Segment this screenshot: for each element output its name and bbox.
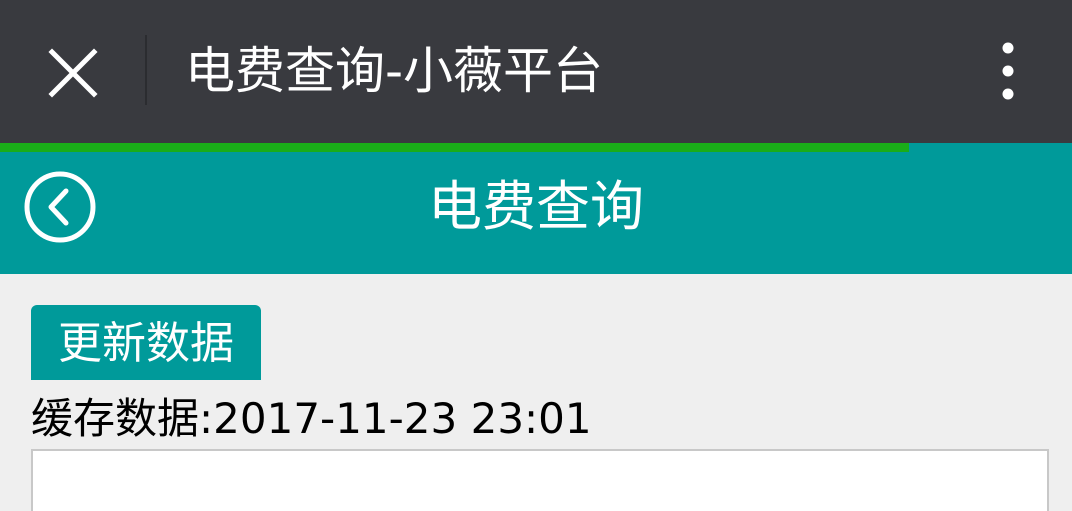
result-panel — [31, 449, 1049, 511]
window-titlebar: 电费查询-小薇平台 — [0, 0, 1072, 143]
page-title: 电费查询 — [428, 175, 644, 238]
loading-progress-fill — [0, 143, 910, 152]
app-header: 电费查询 — [0, 152, 1072, 274]
title-divider — [145, 35, 147, 105]
more-button[interactable] — [988, 38, 1028, 104]
refresh-data-button[interactable]: 更新数据 — [31, 305, 261, 380]
close-button[interactable] — [40, 40, 106, 106]
cache-time: 2017-11-23 23:01 — [213, 394, 592, 443]
back-button[interactable] — [22, 169, 98, 245]
back-circle-icon — [24, 171, 96, 243]
loading-progress-bar — [0, 143, 1072, 152]
more-vertical-icon — [1002, 42, 1014, 100]
main-content: 更新数据 缓存数据:2017-11-23 23:01 — [0, 274, 1072, 511]
cache-info: 缓存数据:2017-11-23 23:01 — [31, 391, 592, 447]
cache-label: 缓存数据: — [31, 394, 214, 443]
window-title: 电费查询-小薇平台 — [185, 42, 604, 100]
close-icon — [48, 48, 98, 98]
